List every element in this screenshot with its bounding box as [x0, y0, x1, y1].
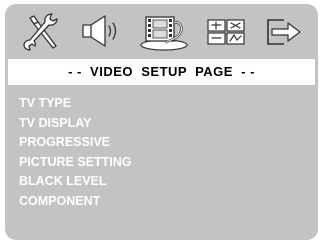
menu-item-tv-type[interactable]: TV TYPE [19, 94, 132, 114]
speaker-icon-graphic [82, 15, 117, 47]
tools-icon-graphic [23, 13, 58, 51]
exit-arrow-icon[interactable] [258, 10, 310, 52]
menu-item-black-level[interactable]: BLACK LEVEL [19, 172, 132, 192]
film-reel-icon[interactable] [138, 10, 190, 52]
page-title: - - VIDEO SETUP PAGE - - [8, 59, 315, 85]
setup-tab-bar [5, 4, 318, 56]
menu-item-tv-display[interactable]: TV DISPLAY [19, 114, 132, 134]
tools-icon[interactable] [16, 10, 68, 52]
exit-arrow-icon-graphic [267, 19, 301, 45]
video-setup-menu: TV TYPE TV DISPLAY PROGRESSIVE PICTURE S… [19, 94, 132, 212]
preference-grid-icon-graphic [207, 19, 245, 45]
video-setup-screen: - - VIDEO SETUP PAGE - - TV TYPE TV DISP… [5, 4, 318, 240]
preference-grid-icon[interactable] [200, 10, 252, 52]
menu-item-picture-setting[interactable]: PICTURE SETTING [19, 153, 132, 173]
film-reel-icon-graphic [140, 16, 188, 51]
menu-item-progressive[interactable]: PROGRESSIVE [19, 133, 132, 153]
speaker-icon[interactable] [77, 10, 129, 52]
menu-item-component[interactable]: COMPONENT [19, 192, 132, 212]
